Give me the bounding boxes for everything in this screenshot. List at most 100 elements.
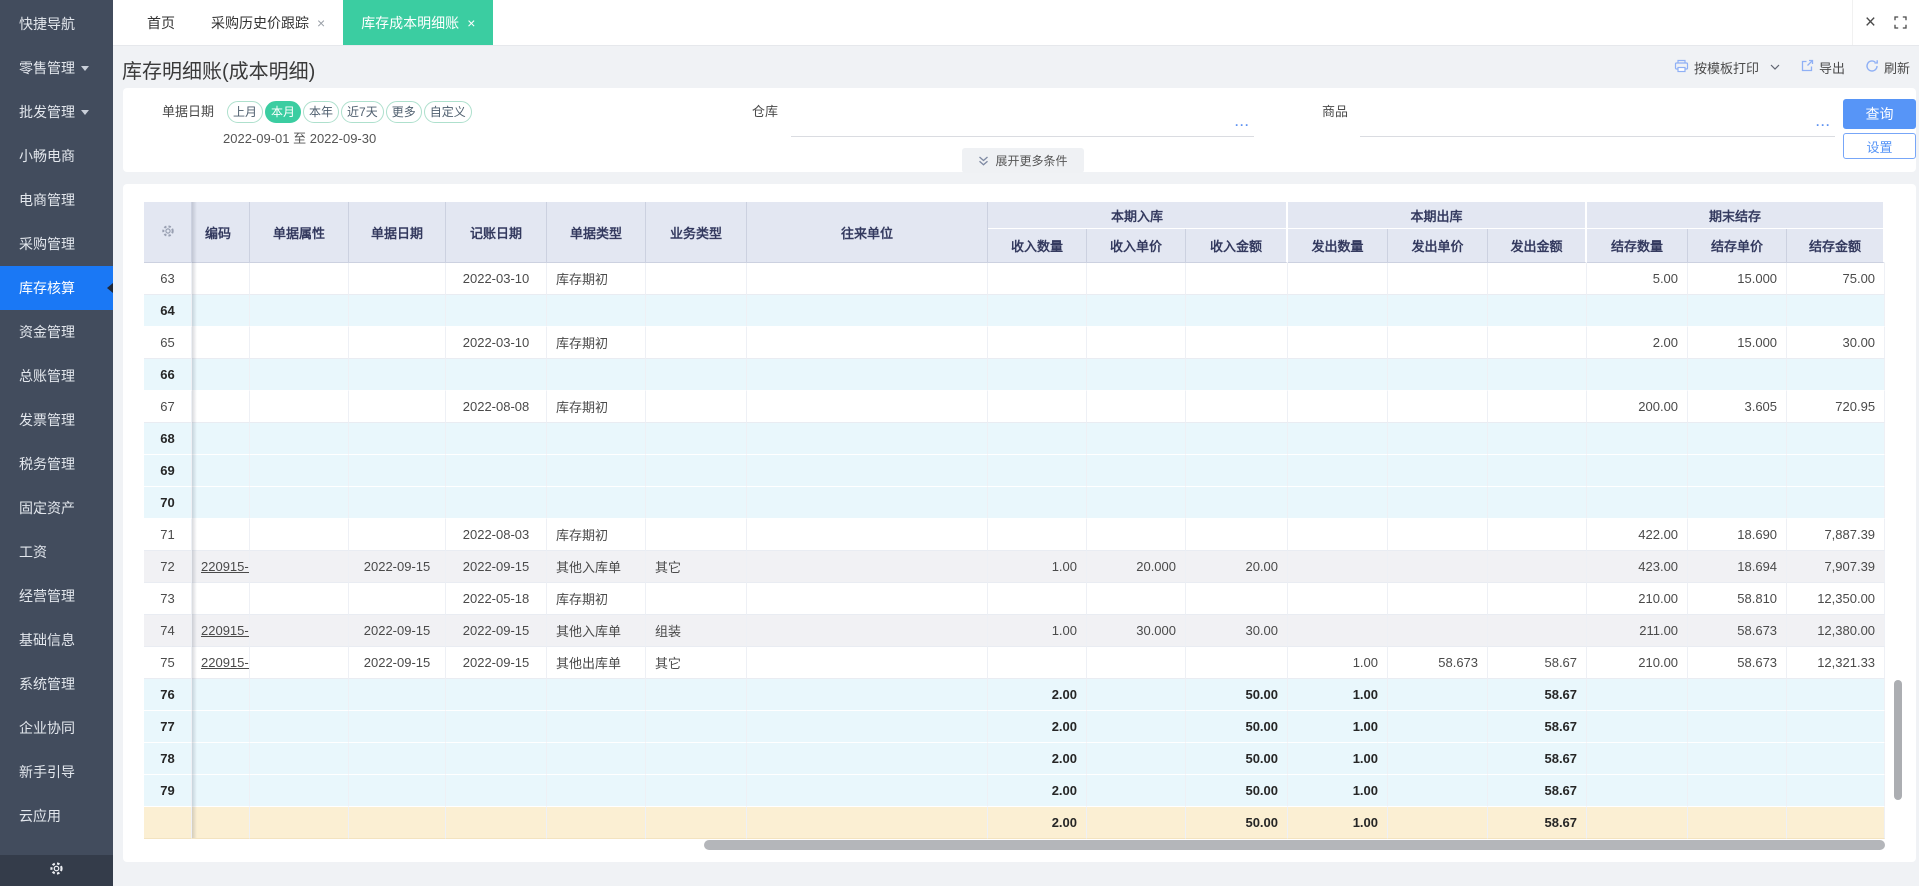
cell-out-price xyxy=(1388,711,1489,743)
tab-2[interactable]: 库存成本明细账 × xyxy=(343,0,494,45)
cell-attr xyxy=(250,583,349,615)
cell-out-amt xyxy=(1488,295,1588,327)
product-input[interactable]: ··· xyxy=(1360,107,1835,137)
date-pill-3[interactable]: 近7天 xyxy=(341,101,384,123)
date-pill-2[interactable]: 本年 xyxy=(303,101,340,123)
table-row[interactable]: 78 2.00 50.00 1.00 58.67 xyxy=(144,743,1886,775)
cell-in-qty xyxy=(988,423,1087,455)
table-row[interactable]: 68 xyxy=(144,423,1886,455)
cell-in-price: 30.000 xyxy=(1087,615,1186,647)
cell-partner xyxy=(747,359,988,391)
table-row[interactable]: 64 xyxy=(144,295,1886,327)
sidebar-item-4[interactable]: 电商管理 xyxy=(0,178,113,222)
sidebar: 快捷导航 零售管理 批发管理 小畅电商 电商管理 采购管理 库存核算 资金管理 总账管理 发票管理… xyxy=(0,0,113,886)
table-row[interactable]: 74220915-02022-09-152022-09-15其他入库单组装1.0… xyxy=(144,615,1886,647)
cell-bal-qty xyxy=(1587,807,1689,839)
table-row[interactable]: 72220915-02022-09-152022-09-15其他入库单其它1.0… xyxy=(144,551,1886,583)
cell-out-price xyxy=(1388,295,1489,327)
tab-close-icon[interactable]: × xyxy=(467,16,475,30)
table-row[interactable]: 2.00 50.00 1.00 58.67 xyxy=(144,807,1886,839)
fullscreen-icon[interactable] xyxy=(1894,16,1907,29)
date-pill-4[interactable]: 更多 xyxy=(385,101,422,123)
settings-button[interactable]: 设置 xyxy=(1843,133,1916,159)
cell-in-price xyxy=(1087,263,1186,295)
chevron-down-icon[interactable] xyxy=(1770,64,1780,70)
sidebar-item-1[interactable]: 零售管理 xyxy=(0,46,113,90)
cell-attr xyxy=(250,423,349,455)
cell-in-qty xyxy=(988,391,1087,423)
export-button[interactable]: 导出 xyxy=(1800,58,1845,77)
sidebar-item-0[interactable]: 快捷导航 xyxy=(0,2,113,46)
bill-code-link[interactable]: 220915-0 xyxy=(201,623,249,638)
horizontal-scrollbar[interactable] xyxy=(704,840,1885,850)
cell-num: 79 xyxy=(144,775,192,807)
table-row[interactable]: 63 2022-03-10 库存期初 5.00 15.000 75.00 xyxy=(144,263,1886,295)
table-row[interactable]: 73 2022-05-18 库存期初 210.00 58.810 12,350.00 xyxy=(144,583,1886,615)
cell-bal-amt xyxy=(1787,711,1886,743)
table-row[interactable]: 69 xyxy=(144,455,1886,487)
bill-code-link[interactable]: 220915-0 xyxy=(201,559,249,574)
sidebar-item-13[interactable]: 经营管理 xyxy=(0,574,113,618)
cell-in-price xyxy=(1087,647,1186,679)
sidebar-item-12[interactable]: 工资 xyxy=(0,530,113,574)
sidebar-item-label: 固定资产 xyxy=(19,500,75,516)
cell-num: 67 xyxy=(144,391,192,423)
cell-in-amt xyxy=(1186,263,1289,295)
cell-bal-price: 18.690 xyxy=(1688,519,1788,551)
cell-out-qty xyxy=(1288,615,1389,647)
tab-0[interactable]: 首页 xyxy=(129,0,193,45)
product-more-icon[interactable]: ··· xyxy=(1816,119,1831,131)
table-row[interactable]: 65 2022-03-10 库存期初 2.00 15.000 30.00 xyxy=(144,327,1886,359)
sidebar-item-10[interactable]: 税务管理 xyxy=(0,442,113,486)
table-row[interactable]: 71 2022-08-03 库存期初 422.00 18.690 7,887.39 xyxy=(144,519,1886,551)
table-row[interactable]: 70 xyxy=(144,487,1886,519)
date-pill-0[interactable]: 上月 xyxy=(227,101,264,123)
cell-bal-amt xyxy=(1787,423,1886,455)
sidebar-item-18[interactable]: 云应用 xyxy=(0,794,113,838)
bill-code-link[interactable]: 220915-0 xyxy=(201,655,249,670)
cell-out-price xyxy=(1388,263,1489,295)
tab-close-icon[interactable]: × xyxy=(317,16,325,30)
cell-account-date xyxy=(446,679,547,711)
expand-more-conditions-button[interactable]: 展开更多条件 xyxy=(962,148,1084,173)
table-row[interactable]: 75220915-02022-09-152022-09-15其他出库单其它1.0… xyxy=(144,647,1886,679)
sidebar-item-8[interactable]: 总账管理 xyxy=(0,354,113,398)
table-row[interactable]: 67 2022-08-08 库存期初 200.00 3.605 720.95 xyxy=(144,391,1886,423)
sidebar-item-16[interactable]: 企业协同 xyxy=(0,706,113,750)
vertical-scrollbar[interactable] xyxy=(1894,680,1902,800)
sidebar-item-11[interactable]: 固定资产 xyxy=(0,486,113,530)
print-by-template-button[interactable]: 按模板打印 xyxy=(1674,58,1780,77)
cell-bal-qty: 200.00 xyxy=(1587,391,1689,423)
column-settings-gear-icon[interactable] xyxy=(144,202,192,263)
table-row[interactable]: 76 2.00 50.00 1.00 58.67 xyxy=(144,679,1886,711)
cell-bal-amt: 12,321.33 xyxy=(1787,647,1886,679)
sidebar-item-5[interactable]: 采购管理 xyxy=(0,222,113,266)
refresh-button[interactable]: 刷新 xyxy=(1865,58,1910,77)
warehouse-more-icon[interactable]: ··· xyxy=(1235,119,1250,131)
sidebar-item-7[interactable]: 资金管理 xyxy=(0,310,113,354)
sidebar-item-17[interactable]: 新手引导 xyxy=(0,750,113,794)
sidebar-settings-button[interactable] xyxy=(0,855,113,886)
tab-1[interactable]: 采购历史价跟踪 × xyxy=(193,0,343,45)
sidebar-item-3[interactable]: 小畅电商 xyxy=(0,134,113,178)
date-pill-5[interactable]: 自定义 xyxy=(423,101,472,123)
sidebar-item-6[interactable]: 库存核算 xyxy=(0,266,113,310)
sub-header-0: 收入数量 xyxy=(988,229,1087,263)
sidebar-item-15[interactable]: 系统管理 xyxy=(0,662,113,706)
cell-attr xyxy=(250,455,349,487)
date-pill-1[interactable]: 本月 xyxy=(265,101,302,123)
close-all-tabs-icon[interactable]: × xyxy=(1865,13,1876,32)
table-row[interactable]: 66 xyxy=(144,359,1886,391)
sidebar-item-9[interactable]: 发票管理 xyxy=(0,398,113,442)
warehouse-input[interactable]: ··· xyxy=(791,107,1254,137)
table-row[interactable]: 77 2.00 50.00 1.00 58.67 xyxy=(144,711,1886,743)
cell-account-date xyxy=(446,487,547,519)
table-row[interactable]: 79 2.00 50.00 1.00 58.67 xyxy=(144,775,1886,807)
query-button[interactable]: 查询 xyxy=(1843,99,1916,129)
sidebar-item-14[interactable]: 基础信息 xyxy=(0,618,113,662)
sidebar-item-2[interactable]: 批发管理 xyxy=(0,90,113,134)
cell-attr xyxy=(250,551,349,583)
cell-bill-date: 2022-09-15 xyxy=(349,647,446,679)
date-range-value[interactable]: 2022-09-01 至 2022-09-30 xyxy=(223,128,376,147)
cell-bill-date xyxy=(349,743,446,775)
